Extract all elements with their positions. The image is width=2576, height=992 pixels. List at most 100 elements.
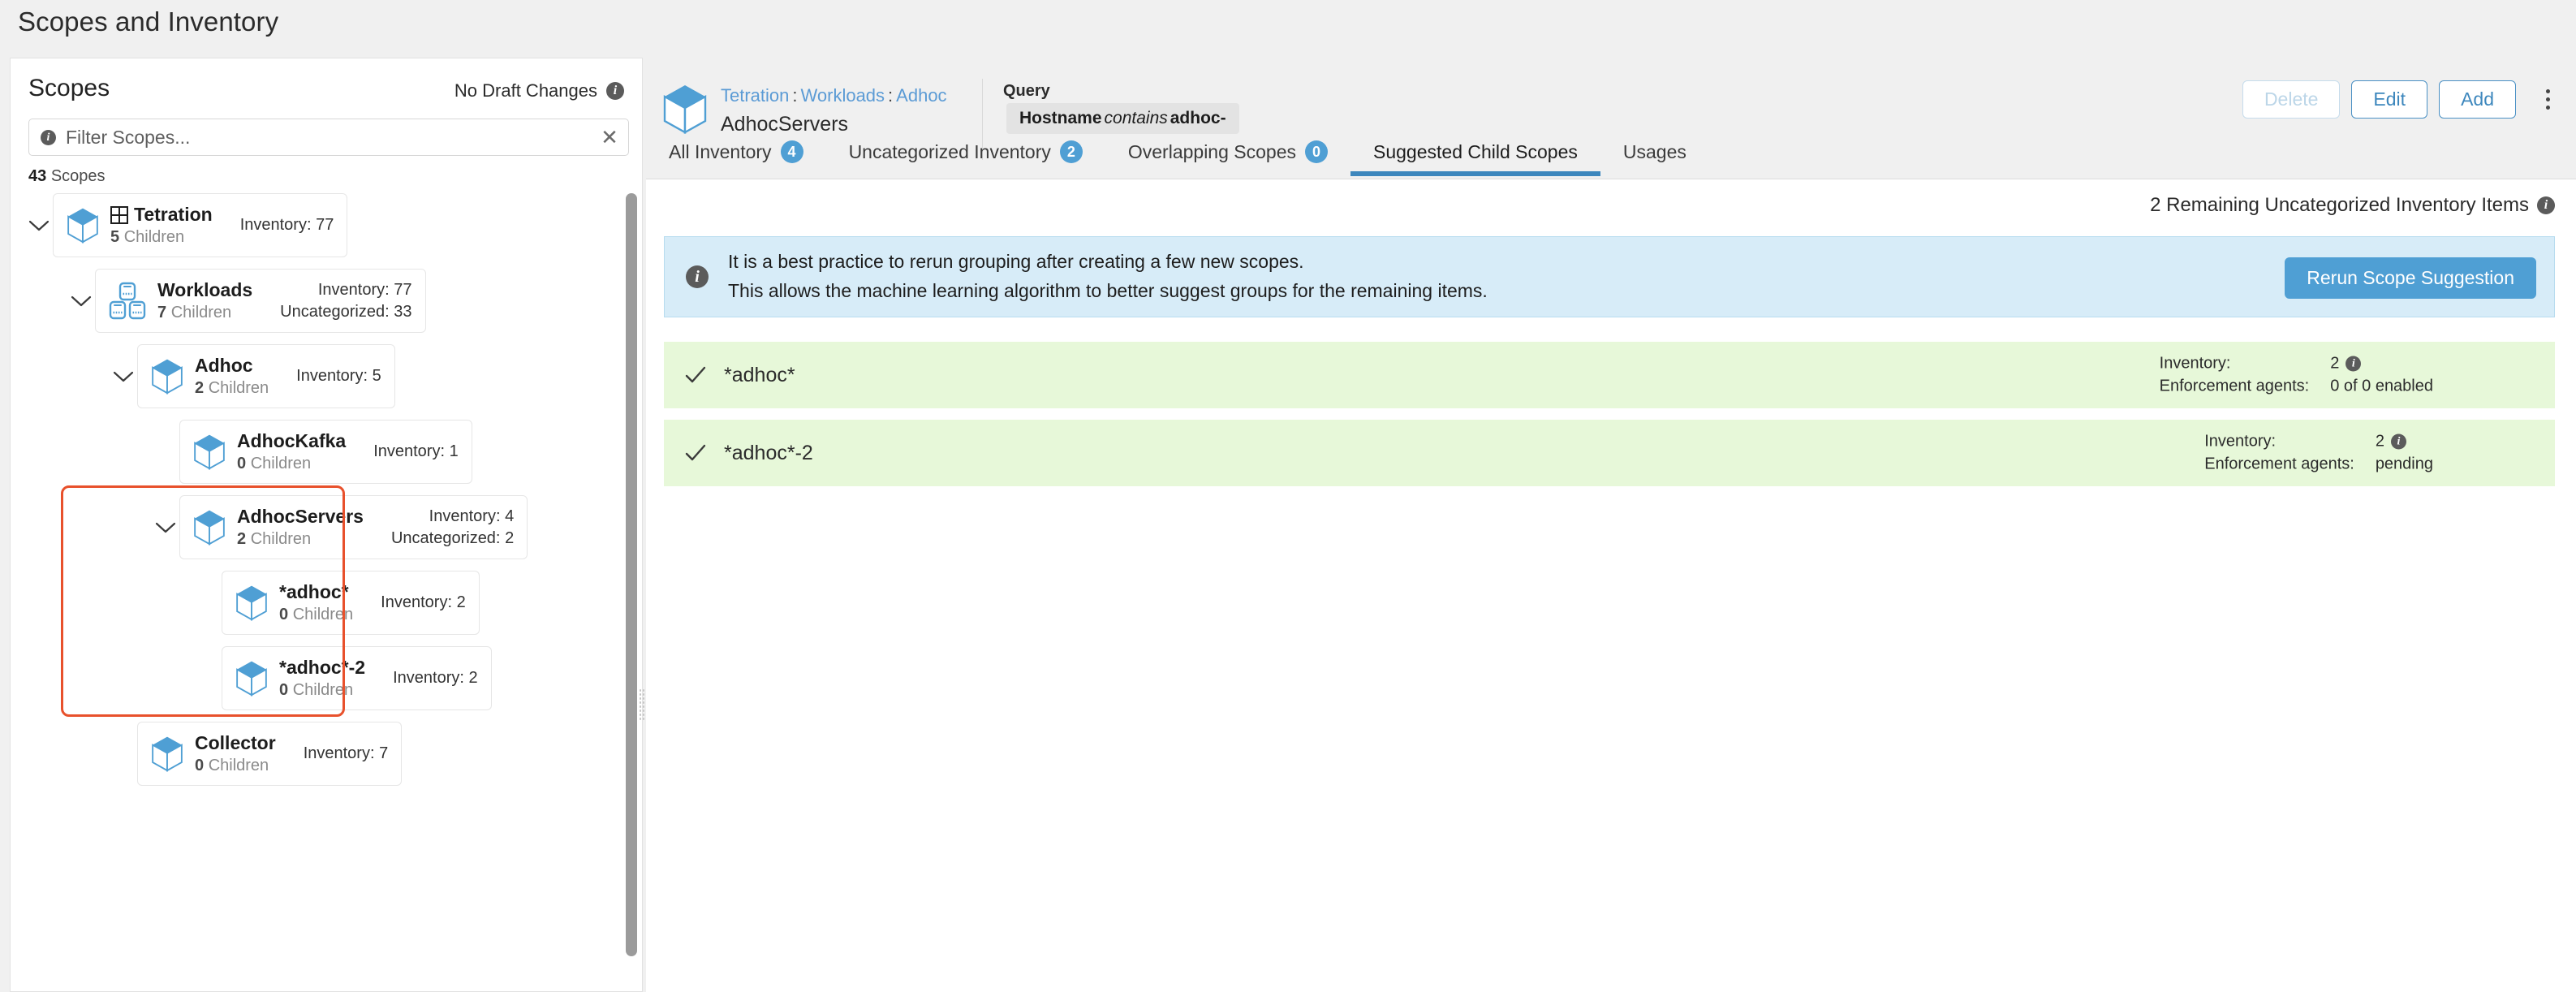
rerun-scope-suggestion-button[interactable]: Rerun Scope Suggestion [2285, 257, 2536, 299]
inventory-value: 1 [449, 442, 459, 460]
scope-name: AdhocKafka [237, 430, 346, 452]
delete-button[interactable]: Delete [2242, 80, 2341, 119]
tab-suggested-child-scopes[interactable]: Suggested Child Scopes [1350, 136, 1600, 176]
main-body: 2 Remaining Uncategorized Inventory Item… [646, 179, 2576, 992]
inventory-number: 2 [2375, 432, 2384, 451]
tab-badge: 2 [1059, 140, 1083, 163]
uncategorized-label: Uncategorized: [390, 528, 501, 547]
chevron-down-icon[interactable] [25, 212, 53, 239]
remaining-items: 2 Remaining Uncategorized Inventory Item… [2150, 194, 2555, 217]
chevron-down-icon[interactable] [110, 363, 137, 390]
grip-dots-icon [638, 688, 644, 721]
suggested-scope-row[interactable]: *adhoc* Inventory: 2 i Enforcement agents: 0 … [664, 342, 2555, 408]
info-icon[interactable]: i [2390, 433, 2406, 450]
edit-button[interactable]: Edit [2351, 80, 2428, 119]
filter-scopes-box[interactable]: i ✕ [28, 119, 629, 156]
children-number: 0 [279, 606, 289, 623]
scope-name-label: Collector [195, 732, 276, 753]
check-icon[interactable] [683, 441, 708, 465]
breadcrumb-item-adhoc[interactable]: Adhoc [896, 85, 946, 106]
uncategorized-label: Uncategorized: [280, 302, 390, 321]
inventory-metric: Inventory: 77 [240, 216, 334, 235]
close-icon[interactable]: ✕ [591, 119, 628, 155]
children-label: Children [170, 304, 232, 321]
children-label: Children [250, 455, 312, 472]
scope-children-count: 2 Children [237, 530, 364, 549]
chevron-down-icon[interactable] [152, 514, 179, 541]
scope-children-count: 2 Children [195, 379, 269, 398]
scope-tree-item-adhockafka[interactable]: AdhocKafka 0 Children Inventory: 1 [152, 420, 642, 484]
scrollbar[interactable] [626, 193, 637, 991]
scope-card-text: Workloads 7 Children [157, 279, 252, 322]
scope-cube-icon [193, 433, 226, 470]
sidebar-title: Scopes [28, 75, 110, 101]
scope-tree: Tetration 5 Children Inventory: 77 Workloa… [11, 193, 642, 991]
inventory-value: 77 [316, 216, 334, 234]
scope-card[interactable]: AdhocServers 2 Children Inventory: 4 Uncate… [179, 495, 528, 559]
scope-tree-item-adhoc[interactable]: *adhoc* 0 Children Inventory: 2 [194, 571, 642, 635]
inventory-value: 2 [468, 669, 478, 687]
scope-count-number: 43 [28, 167, 47, 185]
workloads-boxes-icon [109, 282, 146, 321]
check-icon[interactable] [683, 363, 708, 387]
enforcement-agents-value: pending [2375, 455, 2433, 473]
tab-overlapping-scopes[interactable]: Overlapping Scopes 0 [1105, 136, 1350, 176]
notice-text: It is a best practice to rerun grouping … [728, 248, 1488, 305]
info-icon: i [686, 265, 709, 288]
scope-children-count: 0 Children [279, 681, 365, 700]
scope-card[interactable]: Tetration 5 Children Inventory: 77 [53, 193, 348, 257]
scope-card[interactable]: Adhoc 2 Children Inventory: 5 [137, 344, 395, 408]
tab-label: Overlapping Scopes [1127, 140, 1296, 162]
scope-metrics: Inventory: 77 Uncategorized: 33 [280, 281, 411, 321]
filter-scopes-input[interactable] [66, 126, 591, 149]
info-icon[interactable]: i [2346, 356, 2362, 372]
scope-card-text: *adhoc* 0 Children [279, 581, 353, 624]
breadcrumb-item-workloads[interactable]: Workloads [801, 85, 885, 106]
uncategorized-value: 33 [394, 302, 412, 321]
scope-children-count: 0 Children [279, 606, 353, 624]
add-button[interactable]: Add [2439, 80, 2516, 119]
inventory-metric: Inventory: 2 [393, 669, 478, 688]
breadcrumb-item-tetration[interactable]: Tetration [721, 85, 789, 106]
tab-all-inventory[interactable]: All Inventory 4 [666, 136, 826, 176]
chevron-down-icon[interactable] [67, 287, 95, 315]
scope-tree-item-tetration[interactable]: Tetration 5 Children Inventory: 77 [25, 193, 642, 257]
scope-metrics: Inventory: 2 [393, 669, 478, 688]
scope-title: AdhocServers [721, 113, 849, 136]
scope-card[interactable]: Workloads 7 Children Inventory: 77 Uncatego… [95, 269, 426, 333]
remaining-items-label: 2 Remaining Uncategorized Inventory Item… [2150, 194, 2529, 216]
inventory-metric: Inventory: 1 [373, 442, 459, 461]
scope-card[interactable]: *adhoc* 0 Children Inventory: 2 [222, 571, 480, 635]
query-chip: Hostname contains adhoc- [1006, 103, 1239, 134]
info-icon[interactable]: i [606, 82, 624, 100]
suggested-scope-row[interactable]: *adhoc*-2 Inventory: 2 i Enforcement agents:… [664, 420, 2555, 486]
inventory-value: 2 [456, 593, 466, 611]
scope-tree-item-collector[interactable]: Collector 0 Children Inventory: 7 [110, 722, 642, 786]
scope-tree-item-workloads[interactable]: Workloads 7 Children Inventory: 77 Uncatego… [67, 269, 642, 333]
scope-name: Tetration [110, 204, 213, 226]
pane-resize-handle[interactable] [636, 686, 646, 723]
scrollbar-thumb[interactable] [626, 193, 637, 956]
info-icon[interactable]: i [41, 129, 56, 145]
kebab-menu-icon[interactable] [2534, 84, 2561, 116]
inventory-label: Inventory: [429, 507, 501, 525]
scope-card[interactable]: Collector 0 Children Inventory: 7 [137, 722, 403, 786]
scope-tree-item-adhoc2[interactable]: *adhoc*-2 0 Children Inventory: 2 [194, 646, 642, 710]
notice-line-2: This allows the machine learning algorit… [728, 280, 1488, 301]
tab-uncategorized-inventory[interactable]: Uncategorized Inventory 2 [826, 136, 1105, 176]
scope-card-text: AdhocKafka 0 Children [237, 430, 346, 473]
main-panel: Tetration: Workloads: Adhoc AdhocServers Q… [646, 58, 2576, 992]
scope-card[interactable]: AdhocKafka 0 Children Inventory: 1 [179, 420, 472, 484]
children-label: Children [208, 379, 269, 397]
children-number: 0 [279, 681, 289, 699]
inventory-label: Inventory: [2159, 354, 2231, 373]
scope-count-label: Scopes [50, 167, 106, 185]
scope-card[interactable]: *adhoc*-2 0 Children Inventory: 2 [222, 646, 492, 710]
best-practice-notice: i It is a best practice to rerun groupin… [664, 236, 2555, 317]
scope-name-label: AdhocKafka [237, 430, 347, 451]
info-icon[interactable]: i [2537, 196, 2555, 214]
scope-tree-item-adhoc[interactable]: Adhoc 2 Children Inventory: 5 [110, 344, 642, 408]
tab-usages[interactable]: Usages [1600, 136, 1709, 176]
notice-line-1: It is a best practice to rerun grouping … [728, 251, 1304, 273]
scope-tree-item-adhocservers[interactable]: AdhocServers 2 Children Inventory: 4 Uncate… [152, 495, 642, 559]
